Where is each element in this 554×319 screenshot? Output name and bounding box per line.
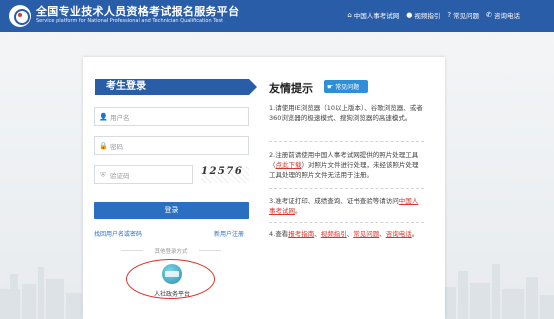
shield-icon: ⛨ [100,170,106,179]
captcha-placeholder: 验证码 [110,171,130,180]
tip-text: 。 [295,207,302,215]
faq-tag-label: 常见问题 [335,84,360,91]
hotline-link[interactable]: 咨询电话 [386,230,412,238]
tip-text: 3.准考证打印、成绩查询、证书查验等请访问 [269,197,399,205]
login-heading: 考生登录 [95,79,257,95]
tip-text: 。 [411,230,419,238]
captcha-image[interactable]: 12576 [201,166,249,183]
top-nav: ⌂ 中国人事考试网 ● 视频指引 ? 常见问题 ✆ 咨询电话 [347,10,520,20]
download-tool-link[interactable]: 点此下载 [276,161,302,169]
highlight-ring [126,259,215,299]
home-icon: ⌂ [347,11,352,19]
tip-cpta: 3.准考证打印、成绩查询、证书查验等请访问中国人事考试网。 [269,196,424,216]
password-field[interactable]: 🔒 密码 [94,136,249,155]
divider [269,222,424,223]
video-guide-link[interactable]: 视频指引 [321,230,347,238]
password-placeholder: 密码 [110,142,123,151]
faq-tag-button[interactable]: ☛ 常见问题 [324,80,368,93]
nav-label: 常见问题 [453,12,480,20]
username-field[interactable]: 👤 用户名 [94,107,249,126]
guide-link[interactable]: 报考指南 [288,230,314,238]
user-icon: 👤 [99,112,108,121]
captcha-field[interactable]: ⛨ 验证码 [94,165,193,184]
login-button[interactable]: 登录 [94,202,249,219]
top-header: 全国专业技术人员资格考试报名服务平台 Service platform for … [0,0,554,32]
tip-browser: 1.请使用IE浏览器（10以上版本）、谷歌浏览器、或者360浏览器的极速模式、搜… [269,104,423,122]
tips-title: 友情提示 [269,82,313,95]
username-placeholder: 用户名 [110,113,130,122]
nav-item-video[interactable]: ● 视频指引 [406,10,440,20]
nav-label: 视频指引 [414,12,441,20]
site-subtitle: Service platform for National Profession… [36,18,224,24]
nav-item-phone[interactable]: ✆ 咨询电话 [486,10,520,20]
nav-label: 咨询电话 [494,12,520,20]
tip-photo-tool: 2.注册前请使用中国人事考试网提供的照片处理工具（点此下载）对照片文件进行处理，… [269,150,424,180]
lock-icon: 🔒 [99,141,108,150]
other-login-divider: 其他登录方式 [121,247,221,255]
divider [269,188,424,189]
divider [269,141,424,142]
question-icon: ? [447,11,452,19]
video-icon: ● [406,11,413,19]
register-link[interactable]: 新用户注册 [214,229,244,238]
nav-label: 中国人事考试网 [353,12,400,20]
phone-icon: ✆ [486,11,492,19]
emblem-icon [9,5,31,27]
tip-text: 4.查看 [269,230,289,238]
forgot-credentials-link[interactable]: 找回用户名或密码 [94,229,142,238]
nav-item-faq[interactable]: ? 常见问题 [447,10,479,20]
pointing-hand-icon: ☛ [327,82,334,91]
faq-link[interactable]: 常见问题 [353,230,379,238]
nav-item-cpta[interactable]: ⌂ 中国人事考试网 [347,10,399,20]
site-title: 全国专业技术人员资格考试报名服务平台 [36,5,240,18]
login-card: 考生登录 👤 用户名 🔒 密码 ⛨ 验证码 12576 登录 找回用户名或密码 … [83,57,445,319]
tip-resources: 4.查看报考指南、视频指引、常见问题、咨询电话。 [269,229,424,239]
